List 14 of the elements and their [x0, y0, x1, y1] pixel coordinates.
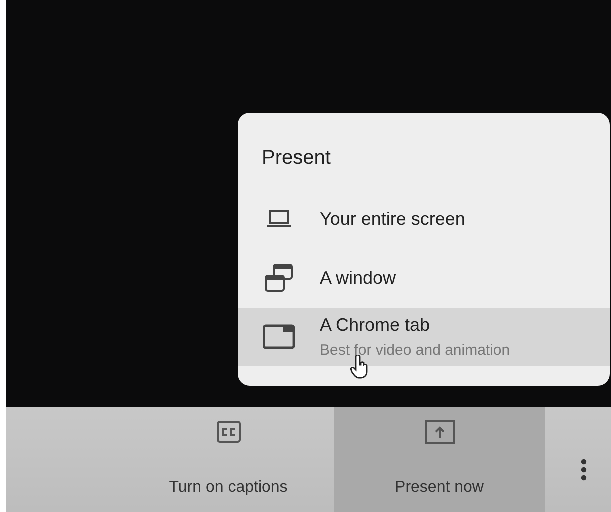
menu-option[interactable]: A window: [238, 249, 610, 307]
laptop-icon: [267, 209, 291, 229]
menu-title: Present: [262, 147, 331, 170]
present-screen-icon: [424, 419, 456, 445]
tab-icon: [263, 324, 295, 350]
option-description: Best for video and animation: [320, 342, 510, 359]
toolbar-button[interactable]: Present now: [334, 407, 545, 512]
menu-option[interactable]: Your entire screen: [238, 190, 610, 248]
menu-option[interactable]: A Chrome tab Best for video and animation: [238, 308, 610, 366]
toolbar-button[interactable]: Turn on captions: [123, 407, 334, 512]
windows-icon: [263, 262, 295, 294]
captions-icon: [216, 419, 242, 445]
more-options-icon[interactable]: [581, 458, 587, 482]
hand-cursor-icon: [350, 355, 370, 379]
